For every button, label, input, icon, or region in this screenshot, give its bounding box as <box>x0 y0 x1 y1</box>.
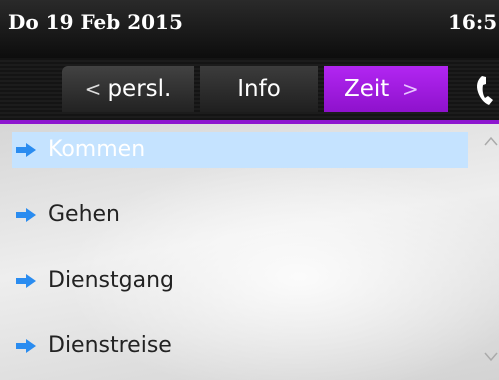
scroll-down-icon[interactable] <box>484 352 498 362</box>
status-date: Do 19 Feb 2015 <box>8 10 183 34</box>
list-item-label: Dienstgang <box>48 268 174 293</box>
status-bar: Do 19 Feb 2015 16:5 <box>0 0 499 58</box>
list-item-label: Kommen <box>48 137 146 162</box>
list-item-kommen[interactable]: Kommen <box>12 132 468 168</box>
tab-zeit-label: Zeit <box>344 76 390 102</box>
list-item-dienstreise[interactable]: Dienstreise <box>12 328 468 364</box>
chevron-right-icon: > <box>402 77 419 101</box>
list-item-label: Gehen <box>48 202 121 227</box>
scroll-up-icon[interactable] <box>484 136 498 146</box>
tab-persl-label: persl. <box>107 76 172 102</box>
list-item-gehen[interactable]: Gehen <box>12 197 468 233</box>
phone-icon[interactable] <box>474 72 499 108</box>
tab-info[interactable]: Info <box>200 66 318 112</box>
list-item-dienstgang[interactable]: Dienstgang <box>12 263 468 299</box>
arrow-right-icon <box>16 339 36 353</box>
tab-info-label: Info <box>237 76 281 102</box>
tab-bar: < persl. Info Zeit > <box>0 58 499 124</box>
arrow-right-icon <box>16 208 36 222</box>
status-time: 16:5 <box>448 10 498 34</box>
list-item-label: Dienstreise <box>48 333 172 358</box>
tab-zeit[interactable]: Zeit > <box>324 66 448 112</box>
arrow-right-icon <box>16 143 36 157</box>
arrow-right-icon <box>16 274 36 288</box>
tab-persl[interactable]: < persl. <box>62 66 194 112</box>
chevron-left-icon: < <box>84 77 102 101</box>
